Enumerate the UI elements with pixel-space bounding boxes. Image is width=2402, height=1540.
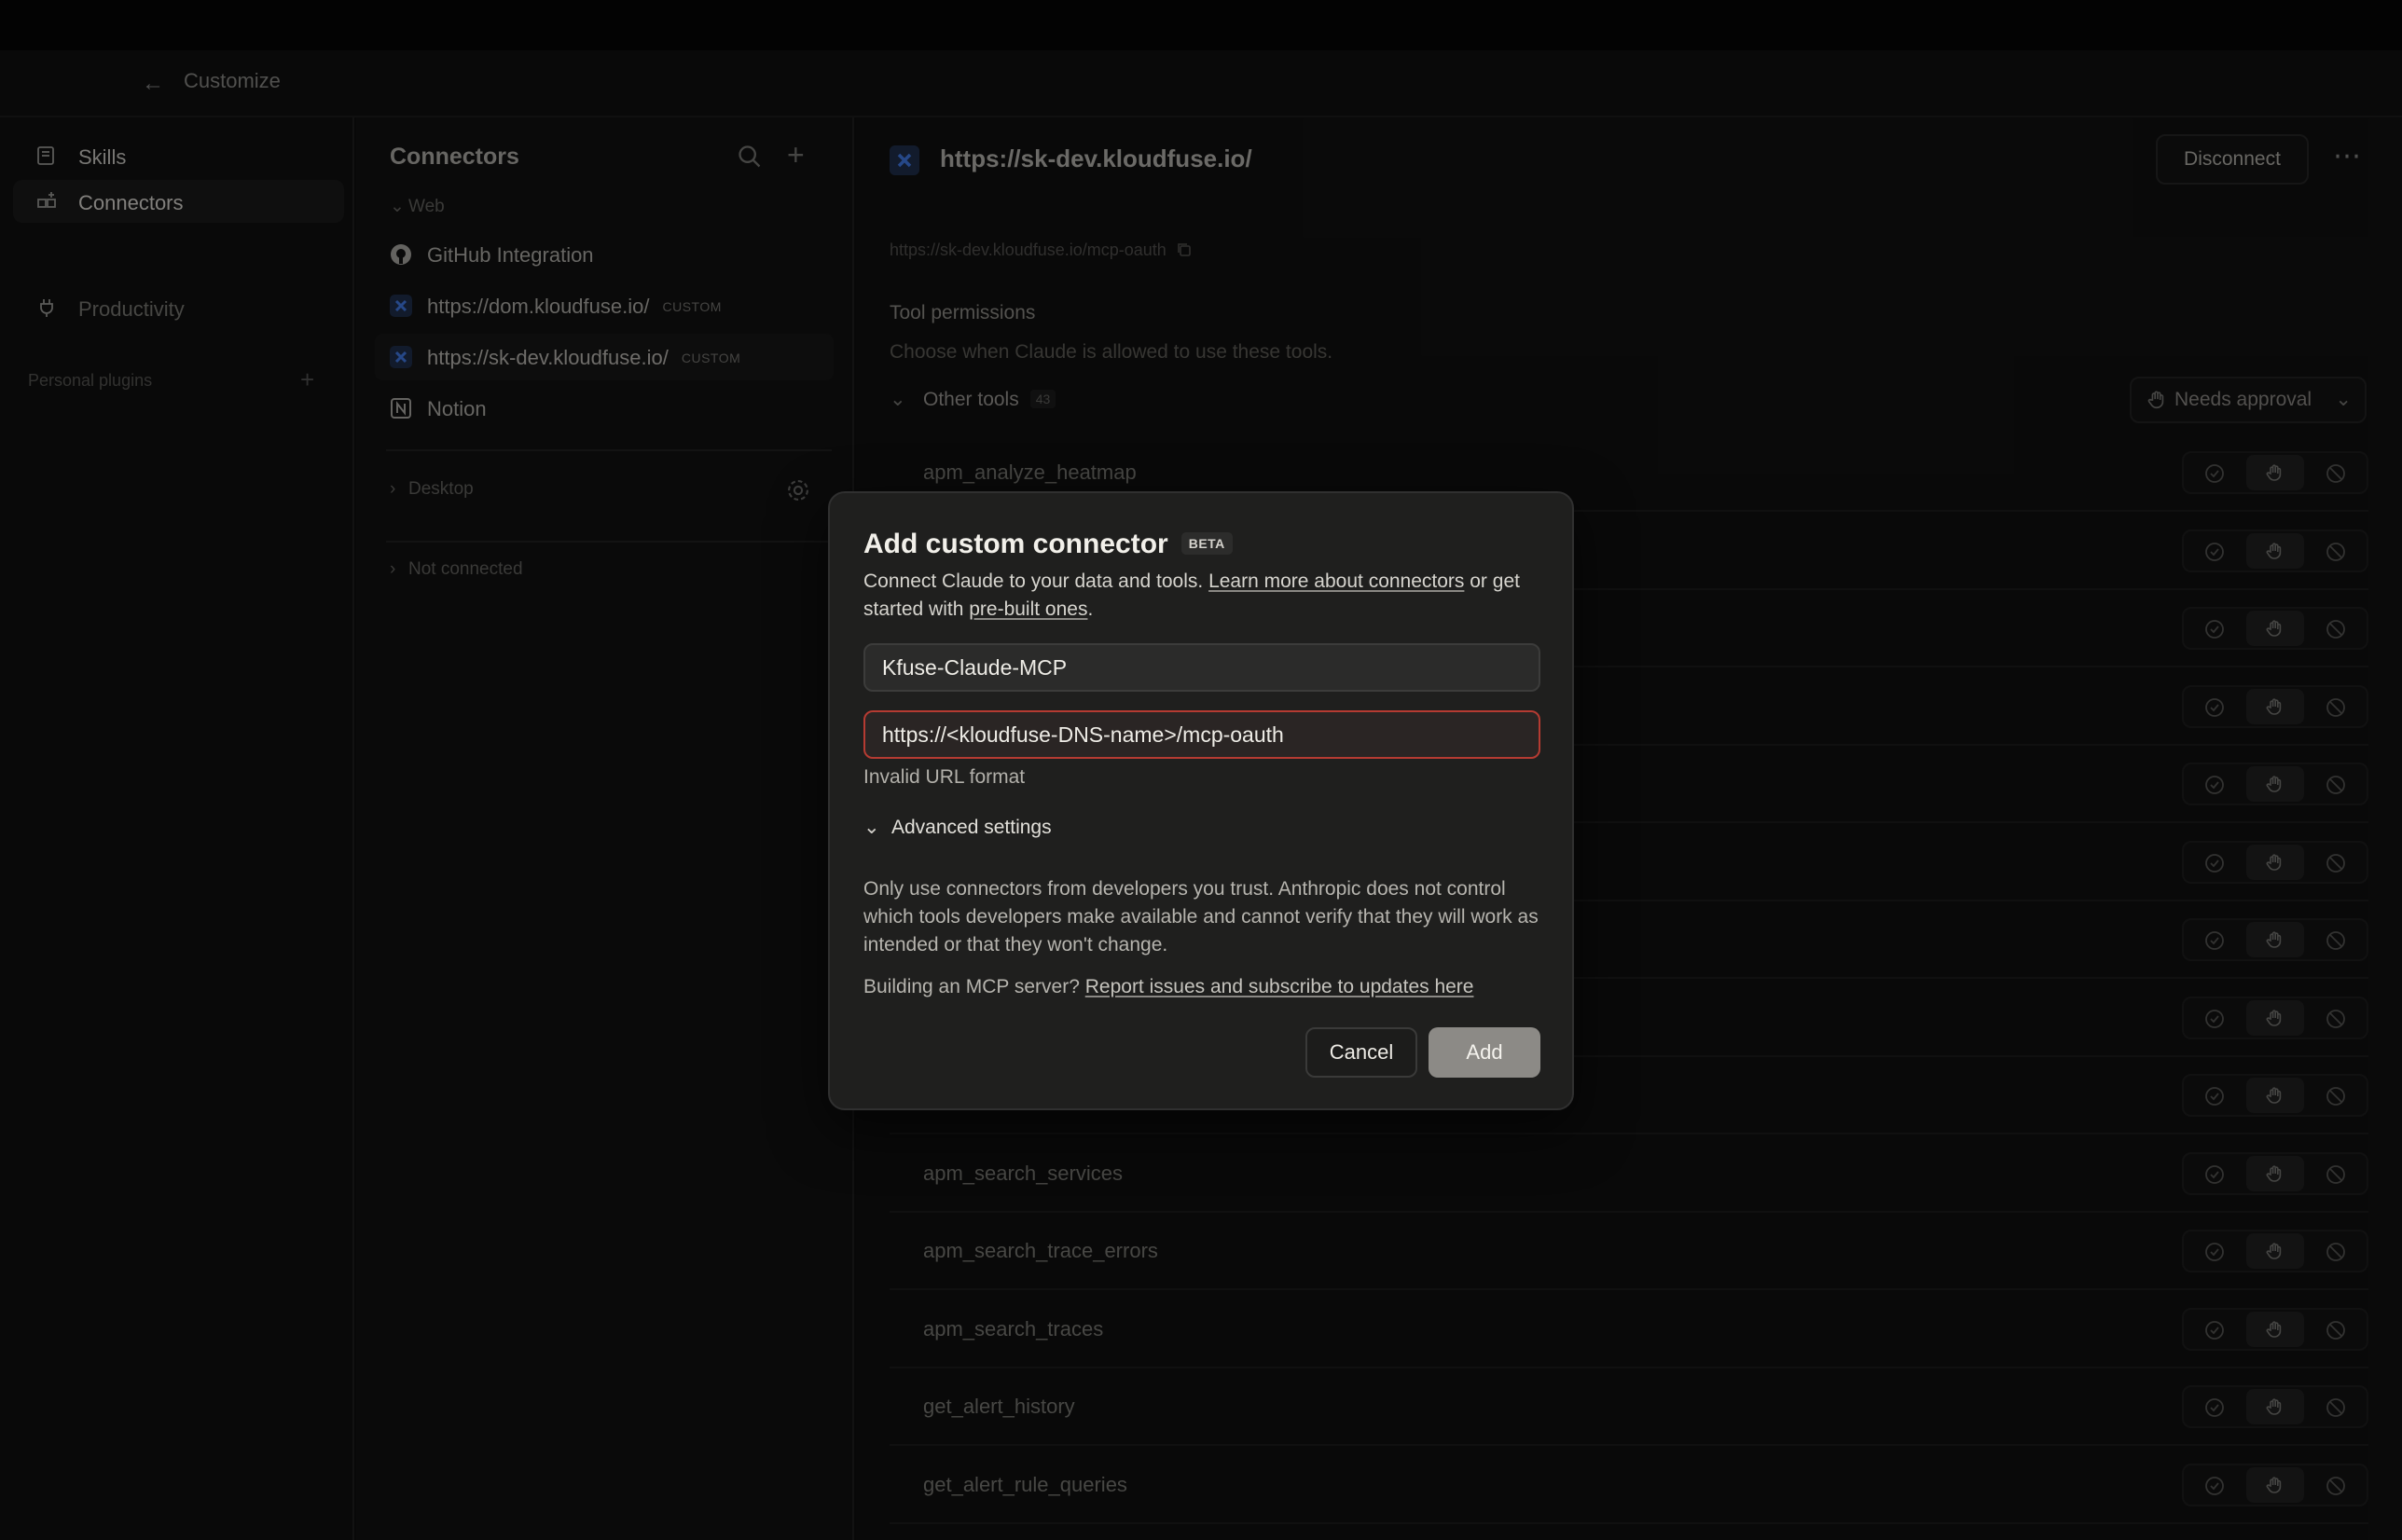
mcp-server-note: Building an MCP server? Report issues an… bbox=[863, 976, 1474, 997]
dialog-title: Add custom connector BETA bbox=[863, 529, 1233, 560]
add-custom-connector-dialog: Add custom connector BETA Connect Claude … bbox=[828, 491, 1574, 1110]
advanced-settings-toggle[interactable]: ⌄ Advanced settings bbox=[863, 816, 1052, 839]
report-issues-link[interactable]: Report issues and subscribe to updates h… bbox=[1085, 976, 1474, 997]
beta-badge: BETA bbox=[1180, 532, 1233, 555]
pre-built-link[interactable]: pre-built ones bbox=[969, 598, 1087, 620]
connector-name-input[interactable] bbox=[863, 643, 1540, 692]
cancel-button[interactable]: Cancel bbox=[1305, 1027, 1417, 1078]
add-button[interactable]: Add bbox=[1429, 1027, 1540, 1078]
dialog-description: Connect Claude to your data and tools. L… bbox=[863, 571, 1520, 620]
chevron-down-icon: ⌄ bbox=[863, 817, 880, 838]
connector-url-input[interactable] bbox=[863, 710, 1540, 759]
url-error-message: Invalid URL format bbox=[863, 766, 1026, 788]
trust-warning: Only use connectors from developers you … bbox=[863, 878, 1539, 956]
learn-more-link[interactable]: Learn more about connectors bbox=[1208, 571, 1464, 592]
